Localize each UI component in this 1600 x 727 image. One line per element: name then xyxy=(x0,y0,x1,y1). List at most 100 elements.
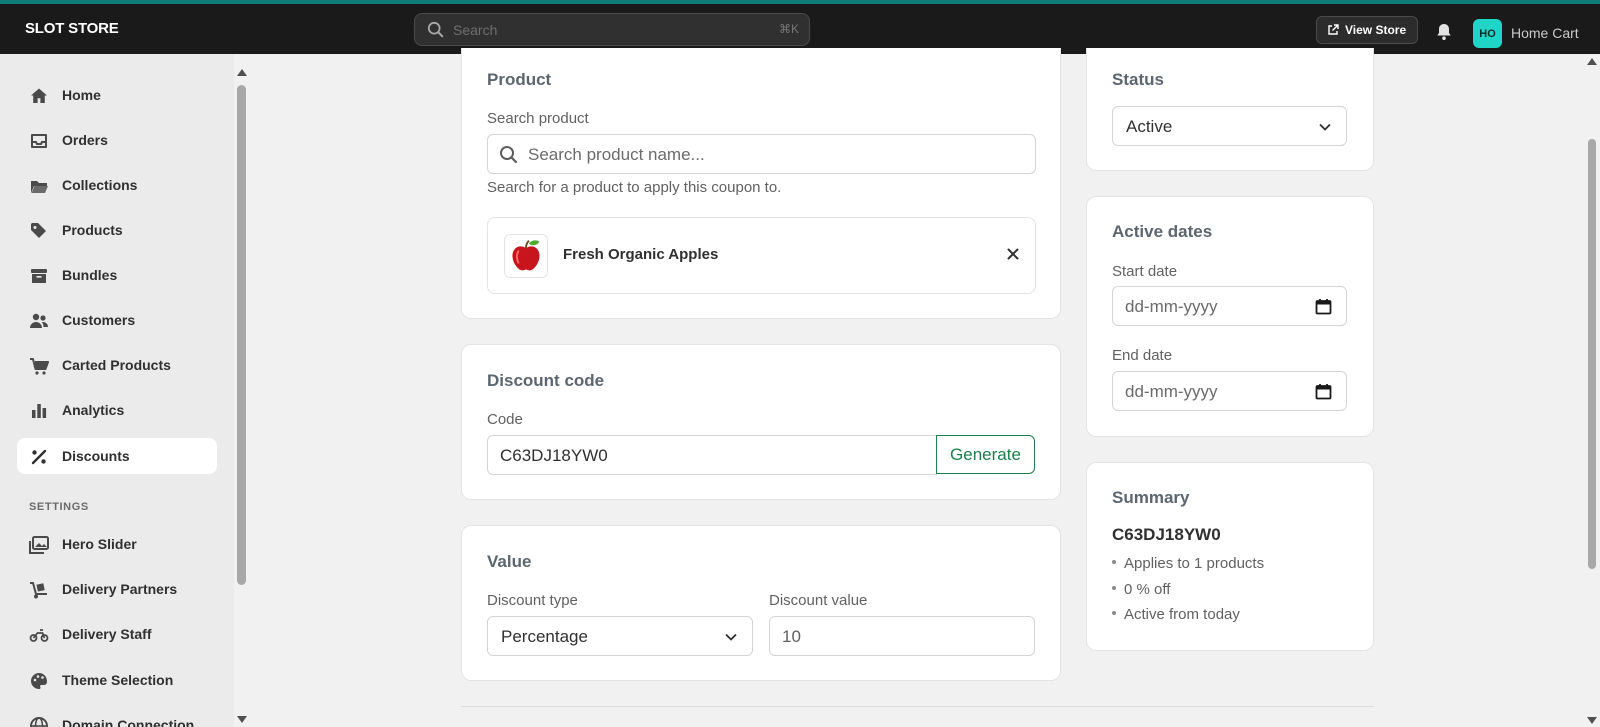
summary-code: C63DJ18YW0 xyxy=(1112,525,1221,544)
images-icon xyxy=(29,536,49,554)
active-dates-title: Active dates xyxy=(1112,222,1213,241)
tag-icon xyxy=(31,223,46,238)
product-search-helper: Search for a product to apply this coupo… xyxy=(487,179,782,196)
footer-divider xyxy=(461,706,1374,707)
scroll-down-arrow-icon[interactable] xyxy=(1587,717,1597,724)
selected-product-name: Fresh Organic Apples xyxy=(563,246,719,263)
status-value: Active xyxy=(1126,117,1173,136)
inbox-icon xyxy=(31,134,47,148)
sidebar-item-hero-slider[interactable]: Hero Slider xyxy=(17,526,217,562)
sidebar-item-label: Delivery Staff xyxy=(62,626,152,642)
discount-code-title: Discount code xyxy=(487,371,605,390)
summary-line-text: Applies to 1 products xyxy=(1124,555,1265,572)
home-icon xyxy=(31,88,47,103)
status-select[interactable]: Active xyxy=(1112,106,1347,146)
scroll-down-arrow-icon[interactable] xyxy=(237,716,247,723)
start-date-input[interactable] xyxy=(1125,296,1306,318)
global-search[interactable]: ⌘K xyxy=(414,13,810,46)
chevron-down-icon xyxy=(725,633,737,641)
sidebar-item-bundles[interactable]: Bundles xyxy=(17,257,217,293)
discount-code-card xyxy=(461,344,1061,500)
discount-type-select[interactable]: Percentage xyxy=(487,616,753,656)
calendar-icon[interactable] xyxy=(1315,383,1332,400)
sidebar-item-label: Products xyxy=(62,222,123,238)
view-store-button[interactable]: View Store xyxy=(1316,16,1419,44)
scroll-up-arrow-icon[interactable] xyxy=(237,69,247,76)
search-shortcut: ⌘K xyxy=(778,22,799,36)
status-card-title: Status xyxy=(1112,70,1164,89)
sidebar-item-discounts[interactable]: Discounts xyxy=(17,438,217,474)
close-icon[interactable] xyxy=(1005,246,1021,262)
sidebar-item-delivery-partners[interactable]: Delivery Partners xyxy=(17,571,217,607)
scrollbar-thumb[interactable] xyxy=(237,85,246,585)
store-logo[interactable]: SLOT STORE xyxy=(25,20,119,37)
sidebar-item-home[interactable]: Home xyxy=(17,77,217,113)
search-icon xyxy=(500,146,518,164)
product-search-input[interactable] xyxy=(528,144,995,166)
sidebar-item-label: Domain Connection xyxy=(62,717,195,727)
generate-button[interactable]: Generate xyxy=(936,435,1035,474)
sidebar-item-label: Delivery Partners xyxy=(62,581,178,597)
sidebar-item-orders[interactable]: Orders xyxy=(17,122,217,158)
end-date-input[interactable] xyxy=(1125,381,1306,403)
globe-icon xyxy=(30,717,48,727)
end-date-label: End date xyxy=(1112,347,1173,364)
sidebar-item-label: Collections xyxy=(62,177,138,193)
sidebar-item-customers[interactable]: Customers xyxy=(17,302,217,338)
sidebar-item-products[interactable]: Products xyxy=(17,212,217,248)
value-card-title: Value xyxy=(487,552,532,571)
cart-icon xyxy=(30,358,49,375)
sidebar-item-theme-selection[interactable]: Theme Selection xyxy=(17,662,217,698)
scrollbar-thumb[interactable] xyxy=(1588,139,1596,569)
sidebar-item-label: Discounts xyxy=(62,448,130,464)
sidebar-item-analytics[interactable]: Analytics xyxy=(17,392,217,428)
view-store-label: View Store xyxy=(1345,23,1407,37)
product-thumbnail xyxy=(504,234,548,278)
sidebar-item-label: Analytics xyxy=(62,402,125,418)
start-date-field[interactable] xyxy=(1112,286,1347,326)
discount-value-input[interactable] xyxy=(782,626,994,648)
external-link-icon xyxy=(1328,24,1339,35)
bullet-icon xyxy=(1112,611,1116,616)
apple-image xyxy=(512,240,540,271)
summary-title: Summary xyxy=(1112,488,1190,507)
code-field[interactable] xyxy=(487,435,937,475)
summary-line: Applies to 1 products xyxy=(1112,555,1264,572)
bullet-icon xyxy=(1112,560,1116,565)
bar-chart-icon xyxy=(32,404,47,418)
discount-value-label: Discount value xyxy=(769,592,868,609)
sidebar-item-collections[interactable]: Collections xyxy=(17,167,217,203)
discount-value-field[interactable] xyxy=(769,616,1035,656)
people-icon xyxy=(30,313,48,328)
calendar-icon[interactable] xyxy=(1315,298,1332,315)
sidebar-item-carted-products[interactable]: Carted Products xyxy=(17,347,217,383)
sidebar-item-label: Orders xyxy=(62,132,108,148)
sidebar-item-label: Home xyxy=(62,87,101,103)
sidebar-item-label: Customers xyxy=(62,312,136,328)
folder-icon xyxy=(31,181,48,193)
bullet-icon xyxy=(1112,586,1116,591)
end-date-field[interactable] xyxy=(1112,371,1347,411)
discount-type-value: Percentage xyxy=(501,627,588,646)
sidebar-scrollbar[interactable] xyxy=(234,54,250,727)
page-scrollbar[interactable] xyxy=(1584,54,1600,727)
summary-line-text: Active from today xyxy=(1124,606,1240,623)
avatar[interactable]: HO xyxy=(1473,19,1502,48)
code-input[interactable] xyxy=(500,445,896,467)
start-date-label: Start date xyxy=(1112,263,1178,280)
global-search-input[interactable] xyxy=(453,20,753,40)
search-icon xyxy=(427,21,444,38)
sidebar: Home Orders Collections Products Bundles… xyxy=(0,54,234,727)
product-search-field[interactable] xyxy=(487,134,1036,174)
code-label: Code xyxy=(487,411,523,428)
settings-heading: SETTINGS xyxy=(29,501,89,513)
bell-icon[interactable] xyxy=(1434,22,1454,42)
store-name[interactable]: Home Cart xyxy=(1511,25,1579,41)
product-card-title: Product xyxy=(487,70,552,89)
dolly-icon xyxy=(30,582,47,599)
sidebar-item-domain-connection[interactable]: Domain Connection xyxy=(17,707,217,727)
selected-product-row: Fresh Organic Apples xyxy=(487,217,1036,294)
scroll-up-arrow-icon[interactable] xyxy=(1587,58,1597,65)
sidebar-item-delivery-staff[interactable]: Delivery Staff xyxy=(17,616,217,652)
palette-icon xyxy=(31,673,47,689)
